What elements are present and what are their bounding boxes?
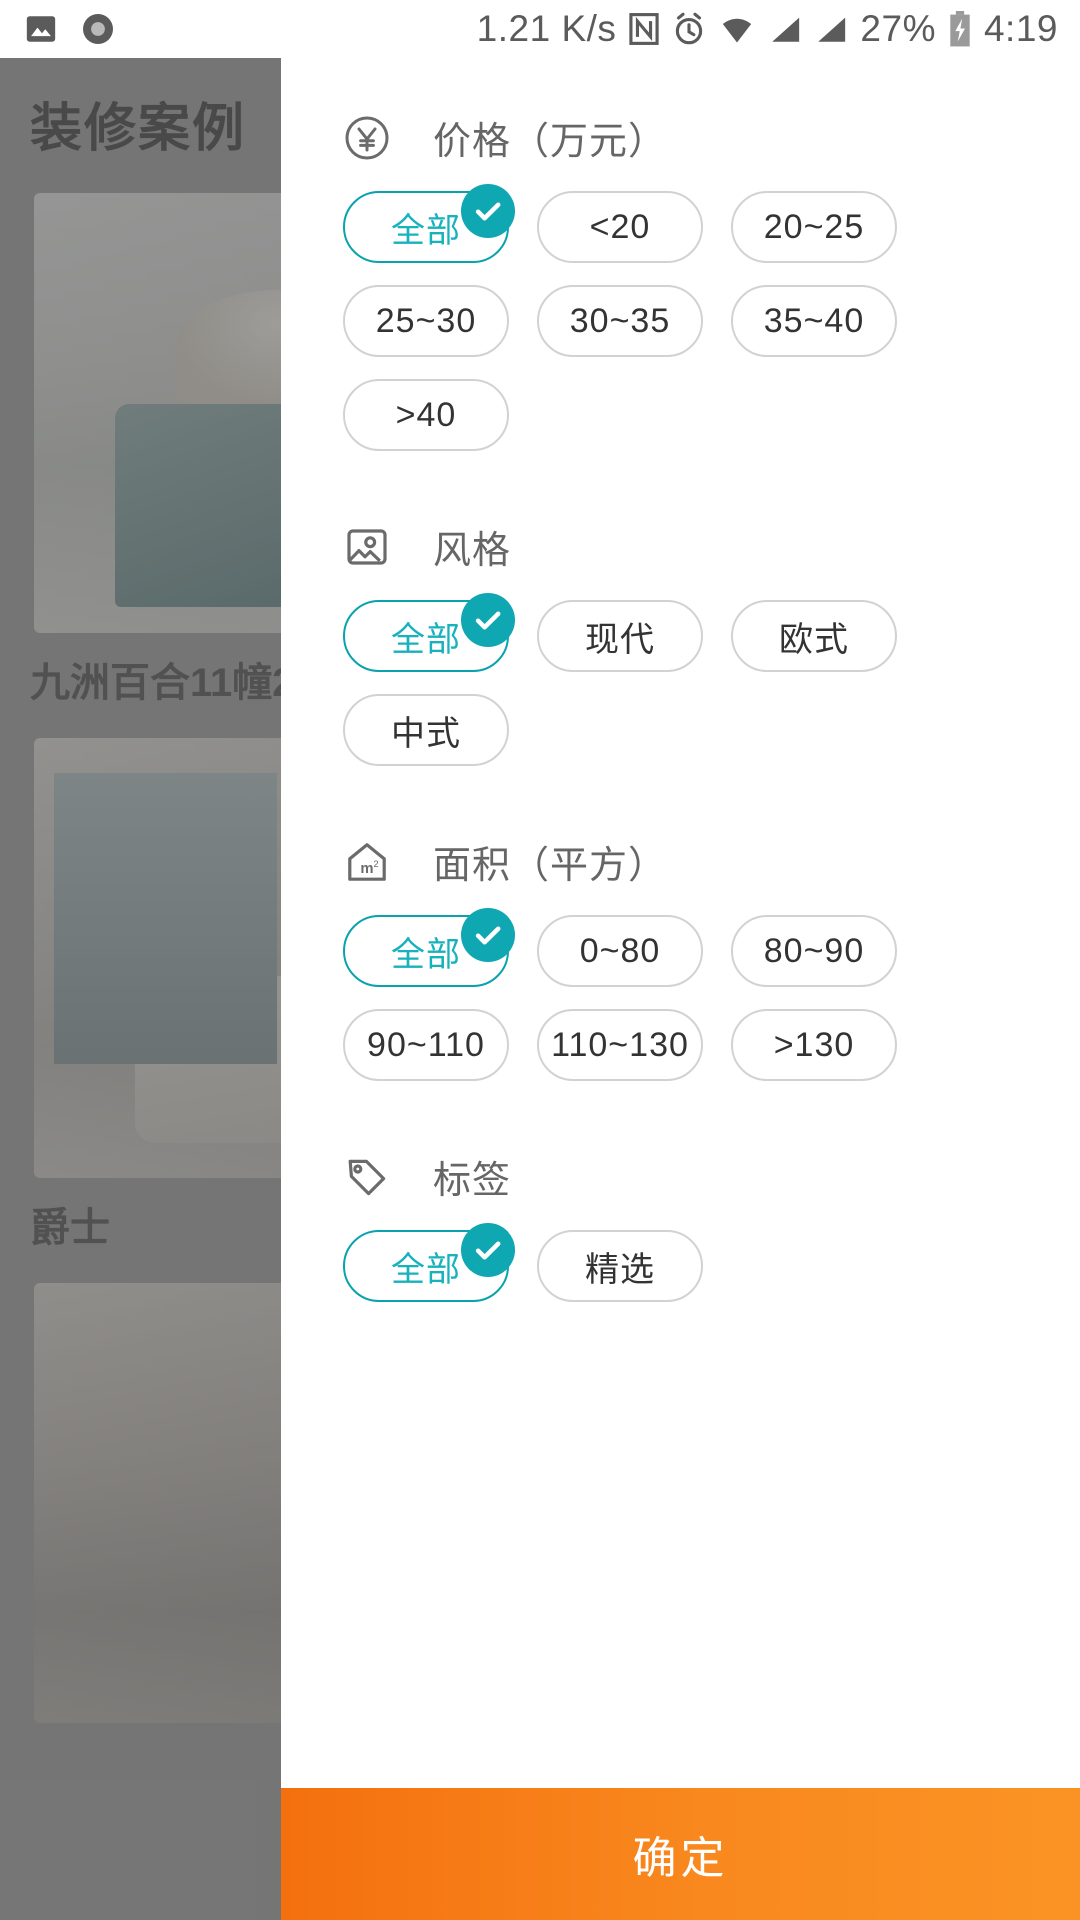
section-header-tag: 标签 xyxy=(281,1149,1080,1204)
list-item[interactable] xyxy=(34,738,281,1178)
alarm-icon xyxy=(672,12,706,46)
image-icon xyxy=(24,12,58,46)
check-icon xyxy=(461,184,515,238)
list-item-caption: 爵士 xyxy=(30,1206,110,1250)
list-item[interactable] xyxy=(34,1283,281,1723)
status-bar-right: 1.21 K/s 27% 4:19 xyxy=(477,8,1080,50)
section-title-price: 价格（万元） xyxy=(433,121,668,163)
chip-area-2[interactable]: 80~90 xyxy=(731,915,897,987)
chip-label[interactable]: 精选 xyxy=(537,1230,703,1302)
filter-drawer: 价格（万元） 全部 <20 20~25 25~30 30~35 35~40 >4… xyxy=(281,58,1080,1920)
chip-label[interactable]: 90~110 xyxy=(343,1009,509,1081)
svg-text:2: 2 xyxy=(373,859,378,869)
chip-grid-style: 全部 现代 欧式 中式 xyxy=(281,593,1018,788)
chip-label[interactable]: >130 xyxy=(731,1009,897,1081)
chip-label[interactable]: 30~35 xyxy=(537,285,703,357)
background-page-content: 装修案例 九洲百合11幢2单 爵士 xyxy=(0,58,281,1920)
chip-label[interactable]: 20~25 xyxy=(731,191,897,263)
status-bar: 1.21 K/s 27% 4:19 xyxy=(0,0,1080,58)
chip-tag-1[interactable]: 精选 xyxy=(537,1230,703,1302)
chip-tag-0[interactable]: 全部 xyxy=(343,1223,515,1302)
app-screen: 1.21 K/s 27% 4:19 装修案例 九洲百合11幢 爵士 价格（万元）… xyxy=(0,0,1080,1920)
yuan-circle-icon xyxy=(343,114,391,162)
chip-label[interactable]: 0~80 xyxy=(537,915,703,987)
check-icon xyxy=(461,593,515,647)
list-item-caption: 九洲百合11幢2单 xyxy=(30,661,281,705)
chip-price-0[interactable]: 全部 xyxy=(343,184,515,263)
chip-grid-tag: 全部 精选 xyxy=(281,1223,1018,1324)
house-sqm-icon: m 2 xyxy=(343,838,391,886)
chip-style-3[interactable]: 中式 xyxy=(343,694,509,766)
chip-price-3[interactable]: 25~30 xyxy=(343,285,509,357)
picture-icon xyxy=(343,523,391,571)
chip-label[interactable]: 中式 xyxy=(343,694,509,766)
section-title-area: 面积（平方） xyxy=(433,845,668,887)
network-speed-label: 1.21 K/s xyxy=(476,8,617,49)
status-bar-left-icons xyxy=(0,11,116,47)
svg-text:m: m xyxy=(360,861,373,877)
wifi-icon xyxy=(718,12,756,46)
chip-style-0[interactable]: 全部 xyxy=(343,593,515,672)
chip-area-4[interactable]: 110~130 xyxy=(537,1009,703,1081)
check-icon xyxy=(461,1223,515,1277)
check-icon xyxy=(461,908,515,962)
chip-area-3[interactable]: 90~110 xyxy=(343,1009,509,1081)
section-header-style: 风格 xyxy=(281,519,1080,574)
filter-section-tag: 标签 全部 精选 xyxy=(281,1149,1080,1324)
chip-label[interactable]: >40 xyxy=(343,379,509,451)
chip-price-5[interactable]: 35~40 xyxy=(731,285,897,357)
chip-label[interactable]: 80~90 xyxy=(731,915,897,987)
chip-price-4[interactable]: 30~35 xyxy=(537,285,703,357)
record-icon xyxy=(80,11,116,47)
filter-sections-scroll[interactable]: 价格（万元） 全部 <20 20~25 25~30 30~35 35~40 >4… xyxy=(281,58,1080,1788)
section-title-style: 风格 xyxy=(433,530,512,572)
chip-price-1[interactable]: <20 xyxy=(537,191,703,263)
nfc-icon xyxy=(628,12,660,46)
chip-area-5[interactable]: >130 xyxy=(731,1009,897,1081)
signal-icon-2 xyxy=(814,12,848,46)
confirm-button[interactable]: 确定 xyxy=(281,1788,1080,1920)
section-title-tag: 标签 xyxy=(433,1160,512,1202)
clock-label: 4:19 xyxy=(983,8,1058,49)
chip-price-2[interactable]: 20~25 xyxy=(731,191,897,263)
price-tag-icon xyxy=(343,1153,391,1201)
chip-label[interactable]: 欧式 xyxy=(731,600,897,672)
chip-style-1[interactable]: 现代 xyxy=(537,600,703,672)
list-item[interactable] xyxy=(34,193,281,633)
background-listing-page: 装修案例 九洲百合11幢2单 爵士 xyxy=(0,58,281,1920)
case-photo xyxy=(34,193,281,633)
chip-area-0[interactable]: 全部 xyxy=(343,908,515,987)
chip-label[interactable]: 110~130 xyxy=(537,1009,703,1081)
chip-style-2[interactable]: 欧式 xyxy=(731,600,897,672)
filter-section-area: m 2 面积（平方） 全部 0~80 80~90 90~110 110~130 … xyxy=(281,834,1080,1103)
chip-area-1[interactable]: 0~80 xyxy=(537,915,703,987)
case-photo xyxy=(34,738,281,1178)
confirm-button-label: 确定 xyxy=(632,1834,729,1883)
filter-section-style: 风格 全部 现代 欧式 中式 xyxy=(281,519,1080,788)
signal-icon-1 xyxy=(768,12,802,46)
chip-grid-price: 全部 <20 20~25 25~30 30~35 35~40 >40 xyxy=(281,184,1018,473)
chip-label[interactable]: 25~30 xyxy=(343,285,509,357)
chip-label[interactable]: 现代 xyxy=(537,600,703,672)
battery-percent-label: 27% xyxy=(860,8,936,49)
chip-price-6[interactable]: >40 xyxy=(343,379,509,451)
battery-charging-icon xyxy=(948,11,972,47)
section-header-area: m 2 面积（平方） xyxy=(281,834,1080,889)
case-photo xyxy=(34,1283,281,1723)
filter-section-price: 价格（万元） 全部 <20 20~25 25~30 30~35 35~40 >4… xyxy=(281,110,1080,473)
page-title: 装修案例 xyxy=(30,100,247,158)
section-header-price: 价格（万元） xyxy=(281,110,1080,165)
chip-label[interactable]: <20 xyxy=(537,191,703,263)
chip-label[interactable]: 35~40 xyxy=(731,285,897,357)
chip-grid-area: 全部 0~80 80~90 90~110 110~130 >130 xyxy=(281,908,1018,1103)
